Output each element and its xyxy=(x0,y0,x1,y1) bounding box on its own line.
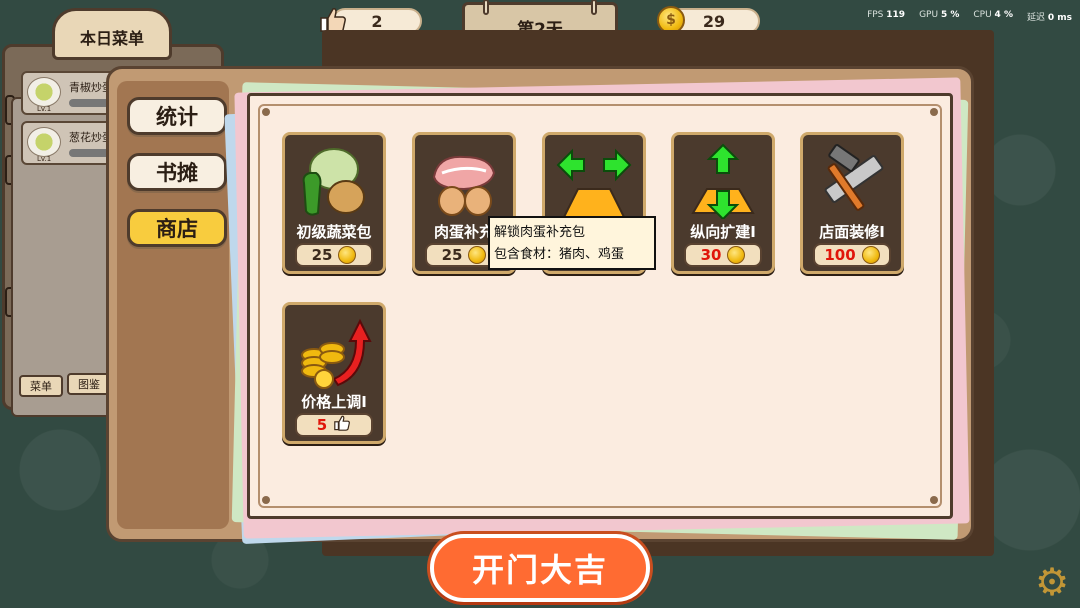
price-value: 25 xyxy=(311,246,333,264)
tooltip-line-2: 包含食材：猪肉、鸡蛋 xyxy=(494,247,625,262)
performance-stats: FPS 119 GPU 5 % CPU 4 % 延迟 0 ms xyxy=(867,10,1072,23)
corner-dot xyxy=(262,108,270,116)
daily-menu-title: 本日菜单 xyxy=(52,8,172,60)
coin-icon xyxy=(727,246,746,264)
gpu-value: 5 % xyxy=(940,10,960,20)
board-ring xyxy=(591,0,597,15)
likes-value: 2 xyxy=(371,11,383,31)
tab-bookstall[interactable]: 书摊 xyxy=(127,153,227,191)
price-tag: 30 xyxy=(684,243,762,267)
latency-value: 0 ms xyxy=(1047,13,1072,23)
corner-dot xyxy=(930,496,938,504)
price-value: 100 xyxy=(824,246,856,264)
fps-label: FPS xyxy=(867,10,884,20)
price-value: 25 xyxy=(441,246,463,264)
coins-up-icon xyxy=(293,313,375,389)
cpu-label: CPU xyxy=(973,10,992,20)
tooltip-line-1: 解锁肉蛋补充包 xyxy=(494,225,586,240)
corner-dot xyxy=(262,496,270,504)
thumbs-up-icon xyxy=(333,414,351,436)
side-tabs: 统计 书摊 商店 xyxy=(117,81,229,529)
coin-icon xyxy=(338,246,357,264)
shop-item-vegetable-pack[interactable]: 初级蔬菜包 25 xyxy=(282,132,386,274)
fps-value: 119 xyxy=(886,10,906,20)
dish-icon xyxy=(27,77,61,107)
coin-icon xyxy=(861,246,880,264)
daily-menu-title-text: 本日菜单 xyxy=(79,29,144,48)
horizontal-expand-icon xyxy=(553,143,635,219)
price-tag: 25 xyxy=(295,243,373,267)
dish-icon xyxy=(27,127,61,157)
open-shop-label: 开门大吉 xyxy=(471,551,608,589)
menu-item-level: Lv.1 xyxy=(37,105,52,113)
tab-menu[interactable]: 菜单 xyxy=(19,375,63,397)
shop-item-renovation[interactable]: 店面装修I 100 xyxy=(800,132,904,274)
menu-item-level: Lv.1 xyxy=(37,155,52,163)
shop-item-label: 价格上调I xyxy=(301,393,367,411)
price-tag: 5 xyxy=(295,413,373,437)
shop-item-price-raise[interactable]: 价格上调I 5 xyxy=(282,302,386,444)
price-tag: 100 xyxy=(813,243,891,267)
board-ring xyxy=(483,0,489,15)
corner-dot xyxy=(930,108,938,116)
gpu-label: GPU xyxy=(919,10,939,20)
hammer-saw-icon xyxy=(811,143,893,219)
shop-item-vertical-expand[interactable]: 纵向扩建I 30 xyxy=(671,132,775,274)
tab-statistics[interactable]: 统计 xyxy=(127,97,227,135)
vertical-expand-icon xyxy=(682,143,764,219)
shop-item-label: 初级蔬菜包 xyxy=(296,223,372,241)
latency-label: 延迟 xyxy=(1026,13,1045,23)
coins-value: 29 xyxy=(702,11,726,31)
cpu-value: 4 % xyxy=(994,10,1013,20)
coin-icon xyxy=(468,246,487,264)
meat-eggs-icon xyxy=(423,143,505,219)
price-value: 5 xyxy=(316,416,328,434)
open-shop-button[interactable]: 开门大吉 xyxy=(430,534,650,602)
item-tooltip: 解锁肉蛋补充包 包含食材：猪肉、鸡蛋 xyxy=(488,216,656,270)
tab-shop[interactable]: 商店 xyxy=(127,209,227,247)
vegetables-icon xyxy=(293,143,375,219)
shop-item-label: 店面装修I xyxy=(819,223,885,241)
price-value: 30 xyxy=(700,246,722,264)
shop-item-label: 纵向扩建I xyxy=(690,223,756,241)
gear-icon[interactable]: ⚙ xyxy=(1032,560,1072,604)
tab-encyclopedia[interactable]: 图鉴 xyxy=(67,373,111,395)
